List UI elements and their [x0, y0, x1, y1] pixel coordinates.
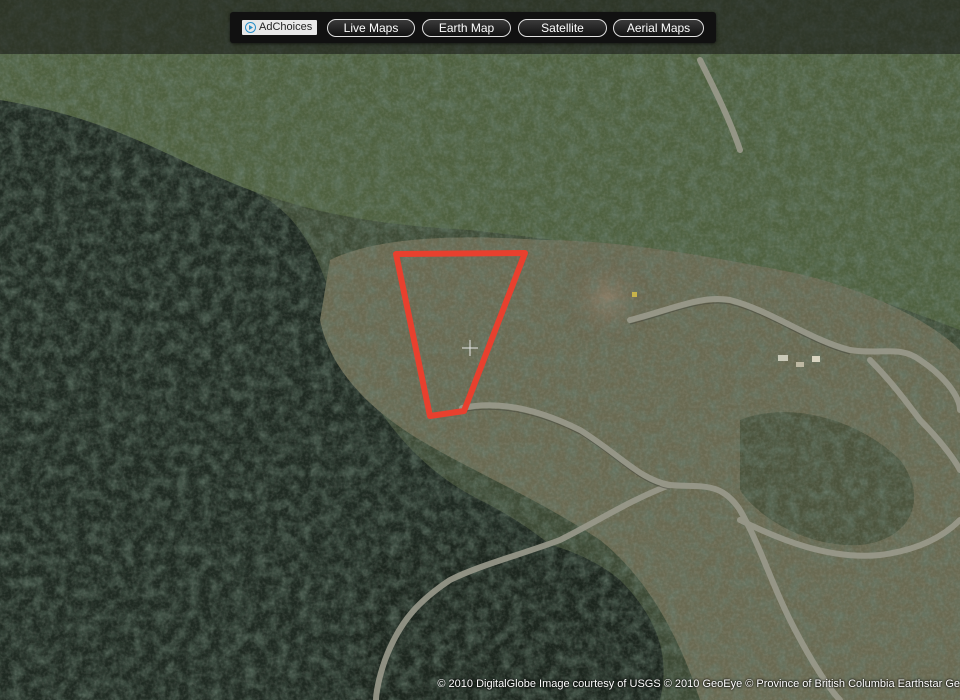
satellite-map[interactable] [0, 0, 960, 700]
top-toolbar: AdChoices Live Maps Earth Map Satellite … [0, 0, 960, 54]
vehicle [812, 356, 820, 362]
vehicle [796, 362, 804, 367]
map-type-bar: AdChoices Live Maps Earth Map Satellite … [230, 12, 716, 43]
adchoices-badge[interactable]: AdChoices [242, 20, 318, 35]
vehicle [778, 355, 788, 361]
imagery-copyright: © 2010 DigitalGlobe Image courtesy of US… [437, 678, 960, 690]
adchoices-triangle-icon [245, 22, 256, 33]
ground-grain [0, 0, 960, 700]
aerial-maps-button[interactable]: Aerial Maps [613, 19, 704, 37]
earth-map-button[interactable]: Earth Map [422, 19, 511, 37]
adchoices-label: AdChoices [259, 21, 313, 33]
satellite-button[interactable]: Satellite [518, 19, 607, 37]
vehicle [632, 292, 637, 297]
live-maps-button[interactable]: Live Maps [327, 19, 415, 37]
